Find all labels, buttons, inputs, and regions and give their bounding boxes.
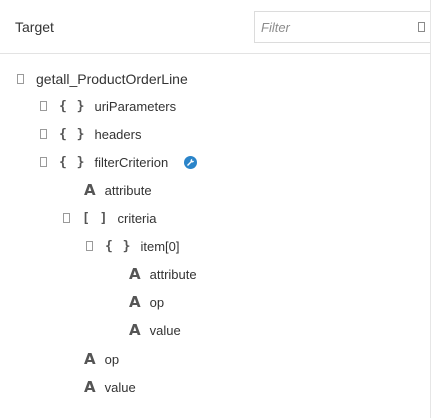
tree-node-criteria[interactable]: [ ] criteria: [63, 207, 157, 229]
tree-node-uri-parameters[interactable]: { } uriParameters: [40, 95, 176, 117]
collapse-toggle-icon[interactable]: [63, 213, 70, 223]
tree-node-item-0[interactable]: { } item[0]: [86, 235, 180, 257]
tree-node-root[interactable]: getall_ProductOrderLine: [17, 68, 188, 90]
tree-node-label: getall_ProductOrderLine: [36, 71, 188, 87]
tree-node-label: uriParameters: [94, 98, 177, 114]
expand-toggle-icon[interactable]: [40, 101, 47, 111]
tree-node-headers[interactable]: { } headers: [40, 123, 141, 145]
filter-input[interactable]: [261, 18, 401, 36]
tree-node-label: attribute: [149, 266, 197, 282]
object-type-icon: { }: [59, 154, 86, 170]
panel-title: Target: [15, 19, 54, 35]
string-type-icon: A: [84, 350, 96, 368]
filter-options-icon[interactable]: [418, 22, 425, 32]
wrench-glyph: [187, 158, 195, 166]
array-type-icon: [ ]: [82, 210, 109, 226]
string-type-icon: A: [84, 181, 96, 199]
tree-node-label: criteria: [117, 210, 157, 226]
wrench-icon[interactable]: [184, 155, 198, 169]
collapse-toggle-icon[interactable]: [40, 157, 47, 167]
tree-node-label: op: [104, 351, 120, 367]
tree-node-label: filterCriterion: [94, 154, 169, 170]
tree-node-item-attribute[interactable]: A attribute: [129, 263, 197, 285]
tree-node-item-op[interactable]: A op: [129, 291, 164, 313]
collapse-toggle-icon[interactable]: [17, 74, 24, 84]
object-type-icon: { }: [59, 126, 86, 142]
tree-node-label: value: [149, 322, 181, 338]
tree-node-filter-criterion[interactable]: { } filterCriterion: [40, 151, 198, 173]
filter-box: [254, 11, 430, 43]
tree-node-label: headers: [94, 126, 142, 142]
target-panel: Target getall_ProductOrderLine { } uriPa…: [0, 0, 431, 418]
tree-node-label: attribute: [104, 182, 152, 198]
string-type-icon: A: [84, 378, 96, 396]
tree-node-item-value[interactable]: A value: [129, 319, 181, 341]
panel-header: Target: [0, 0, 431, 54]
tree-node-label: value: [104, 379, 136, 395]
expand-toggle-icon[interactable]: [40, 129, 47, 139]
string-type-icon: A: [129, 265, 141, 283]
tree-node-fc-value[interactable]: A value: [84, 376, 136, 398]
collapse-toggle-icon[interactable]: [86, 241, 93, 251]
tree-node-label: item[0]: [140, 238, 180, 254]
tree-node-fc-op[interactable]: A op: [84, 348, 119, 370]
string-type-icon: A: [129, 293, 141, 311]
object-type-icon: { }: [59, 98, 86, 114]
tree-node-label: op: [149, 294, 165, 310]
string-type-icon: A: [129, 321, 141, 339]
object-type-icon: { }: [105, 238, 132, 254]
tree-node-fc-attribute[interactable]: A attribute: [84, 179, 152, 201]
